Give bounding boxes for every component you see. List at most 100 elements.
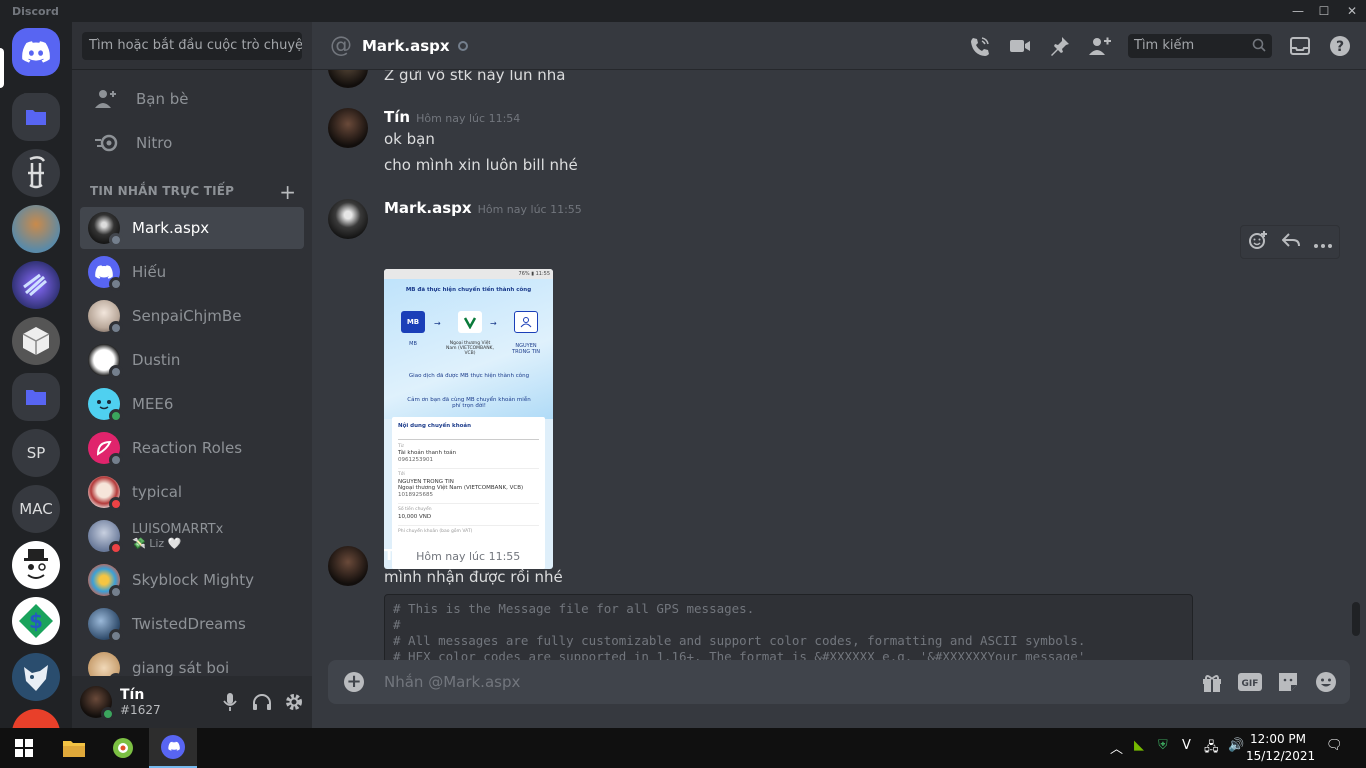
avatar[interactable] (328, 108, 368, 148)
add-friend-icon[interactable] (1088, 34, 1112, 58)
create-dm-button[interactable]: + (279, 180, 296, 204)
upload-plus-icon[interactable]: + (344, 672, 364, 692)
reply-icon[interactable] (1281, 232, 1300, 252)
network-icon[interactable]: 🖧 (1204, 738, 1219, 760)
message-author[interactable]: Mark.aspx Hôm nay lúc 11:55 (384, 199, 582, 217)
server-2-icon[interactable] (12, 149, 60, 197)
avatar (88, 608, 123, 643)
status-offline-icon (109, 453, 123, 467)
dm-item-reaction-roles[interactable]: Reaction Roles (80, 427, 304, 469)
dm-item-dustin[interactable]: Dustin (80, 339, 304, 381)
security-icon[interactable]: ⛨ (1158, 738, 1168, 753)
server-3-icon[interactable] (12, 205, 60, 253)
svg-text:$: $ (29, 609, 43, 633)
server-sp[interactable]: SP (12, 429, 60, 477)
dm-item-luisomarrtx[interactable]: LUISOMARRTx 💸 Liz 🤍 (80, 515, 304, 557)
gift-icon[interactable] (1200, 670, 1224, 694)
image-attachment[interactable]: 76% ▮ 11:55 MB đã thực hiện chuyển tiền … (384, 269, 553, 569)
app-title: Discord (12, 5, 59, 18)
file-explorer-icon[interactable] (50, 728, 98, 768)
minimize-button[interactable]: — (1284, 2, 1312, 20)
code-block: # This is the Message file for all GPS m… (384, 594, 1193, 660)
dm-item-senpai[interactable]: SenpaiChjmBe (80, 295, 304, 337)
message-composer[interactable]: + Nhắn @Mark.aspx GIF (328, 660, 1350, 704)
volume-icon[interactable]: 🔊 (1228, 738, 1244, 753)
app-icon[interactable] (99, 728, 147, 768)
discord-taskbar-icon[interactable] (149, 728, 197, 768)
server-4-icon[interactable] (12, 261, 60, 309)
search-icon (1252, 38, 1266, 56)
emoji-icon[interactable] (1314, 670, 1338, 694)
pin-icon[interactable] (1048, 34, 1072, 58)
windows-taskbar: ︿ ◣ ⛨ V 🖧 🔊 12:00 PM 15/12/2021 🗨 (0, 728, 1366, 768)
receipt-to-account-no: 1018925685 (398, 491, 433, 498)
dm-item-hieu[interactable]: Hiếu (80, 251, 304, 293)
nitro-icon (90, 127, 122, 159)
sticker-icon[interactable] (1276, 670, 1300, 694)
author-name[interactable]: Tín (384, 546, 410, 564)
chat-area: @ Mark.aspx Tìm kiếm ? Z gửi vô stk này … (312, 22, 1366, 728)
author-name[interactable]: Mark.aspx (384, 199, 472, 217)
author-name[interactable]: Tín (384, 108, 410, 126)
status-offline-icon (457, 40, 468, 51)
find-conversation-button[interactable]: Tìm hoặc bắt đầu cuộc trò chuyện (82, 32, 302, 60)
composer-placeholder: Nhắn @Mark.aspx (384, 673, 521, 691)
status-offline-icon (109, 321, 123, 335)
server-folder-2-icon[interactable] (12, 373, 60, 421)
dm-name: SenpaiChjmBe (132, 307, 242, 325)
gif-icon[interactable]: GIF (1238, 670, 1262, 694)
user-panel: Tín #1627 (72, 676, 312, 728)
user-avatar[interactable] (80, 686, 115, 721)
server-6-icon[interactable] (12, 541, 60, 589)
server-7-icon[interactable]: $ (12, 597, 60, 645)
microphone-icon[interactable] (220, 690, 240, 714)
avatar (88, 300, 123, 335)
settings-gear-icon[interactable] (284, 690, 304, 714)
search-input[interactable]: Tìm kiếm (1128, 34, 1272, 58)
server-8-icon[interactable] (12, 653, 60, 701)
receipt-status-bar: 76% ▮ 11:55 (384, 269, 553, 279)
server-mac[interactable]: MAC (12, 485, 60, 533)
more-options-icon[interactable] (1314, 233, 1332, 252)
friends-nav-item[interactable]: Bạn bè (80, 78, 304, 120)
server-folder-icon[interactable] (12, 93, 60, 141)
inbox-icon[interactable] (1288, 34, 1312, 58)
dm-item-typical[interactable]: typical (80, 471, 304, 513)
server-9-icon[interactable] (12, 709, 60, 728)
dm-item-skyblock[interactable]: Skyblock Mighty (80, 559, 304, 601)
scrollbar-thumb[interactable] (1352, 602, 1360, 636)
receipt-to-field-label: Tới (398, 468, 539, 479)
avatar[interactable] (328, 199, 368, 239)
nvidia-icon[interactable]: ◣ (1134, 738, 1144, 753)
maximize-button[interactable]: ☐ (1310, 2, 1338, 20)
receipt-from-label: MB (409, 341, 417, 347)
search-placeholder: Tìm kiếm (1134, 38, 1195, 53)
server-5-icon[interactable] (12, 317, 60, 365)
channel-header: @ Mark.aspx Tìm kiếm ? (312, 22, 1366, 70)
help-icon[interactable]: ? (1328, 34, 1352, 58)
message-author[interactable]: Tín Hôm nay lúc 11:55 (384, 546, 520, 564)
nitro-nav-item[interactable]: Nitro (80, 122, 304, 164)
voice-call-icon[interactable] (968, 34, 992, 58)
dm-item-twisteddreams[interactable]: TwistedDreams (80, 603, 304, 645)
status-dnd-icon (109, 497, 123, 511)
dm-item-mee6[interactable]: MEE6 (80, 383, 304, 425)
dm-item-mark[interactable]: Mark.aspx (80, 207, 304, 249)
add-reaction-icon[interactable] (1248, 230, 1268, 254)
vpn-icon[interactable]: V (1182, 738, 1191, 753)
message-author[interactable]: Tín Hôm nay lúc 11:54 (384, 108, 520, 126)
home-button[interactable] (12, 28, 60, 76)
at-icon: @ (330, 33, 352, 58)
user-name: Tín (120, 687, 145, 703)
avatar[interactable] (328, 546, 368, 586)
windows-start-icon[interactable] (0, 728, 48, 768)
notifications-icon[interactable]: 🗨 (1326, 738, 1343, 753)
receipt-success-text: Giao dịch đã được MB thực hiện thành côn… (408, 373, 530, 379)
dm-custom-status: 💸 Liz 🤍 (132, 537, 182, 550)
close-button[interactable]: ✕ (1338, 2, 1366, 20)
receipt-section-title: Nội dung chuyển khoản (398, 423, 472, 429)
tray-chevron-icon[interactable]: ︿ (1110, 738, 1123, 757)
taskbar-clock[interactable]: 12:00 PM 15/12/2021 (1246, 731, 1315, 765)
headphones-icon[interactable] (252, 690, 272, 714)
video-call-icon[interactable] (1008, 34, 1032, 58)
